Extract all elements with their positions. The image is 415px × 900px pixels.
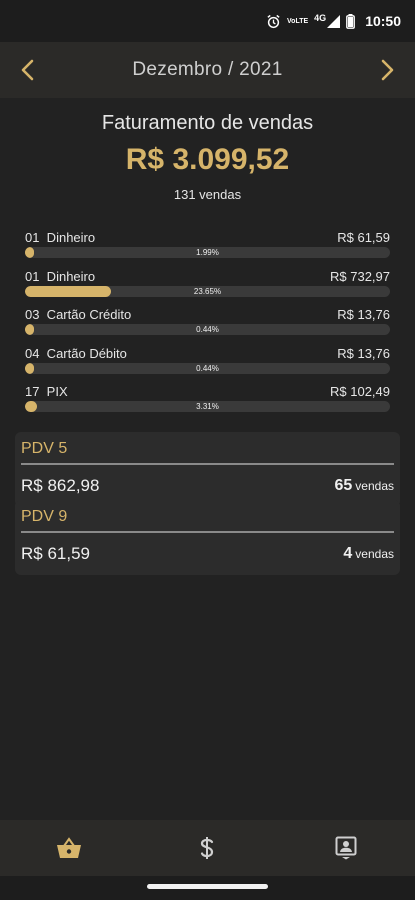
pdv-card[interactable]: PDV 5 R$ 862,98 65 vendas [15,432,400,507]
payment-row: 01 Dinheiro R$ 61,59 1.99% [25,230,390,269]
chevron-left-icon [21,59,34,81]
payment-value: R$ 102,49 [330,384,390,400]
pdv-sales-unit: vendas [355,479,394,493]
payment-label: 17 PIX [25,384,68,400]
pdv-value: R$ 61,59 [21,544,90,563]
pdv-card[interactable]: PDV 9 R$ 61,59 4 vendas [15,500,400,575]
payment-percent: 0.44% [196,363,219,373]
dollar-icon [201,837,214,859]
pdv-sales-count: 4 [343,545,353,562]
payment-row: 01 Dinheiro R$ 732,97 23.65% [25,269,390,308]
payment-value: R$ 13,76 [337,345,390,361]
payment-percent: 3.31% [196,402,219,412]
signal-4g-icon: 4G [314,13,341,28]
next-month-button[interactable] [373,52,401,88]
nav-finance-button[interactable] [177,828,237,868]
pdv-name: PDV 9 [21,508,68,525]
payment-label: 03 Cartão Crédito [25,307,132,323]
month-header: Dezembro / 2021 [0,42,415,98]
chevron-right-icon [381,59,394,81]
basket-icon [57,837,82,858]
alarm-icon [266,14,281,29]
payment-methods-list: 01 Dinheiro R$ 61,59 1.99% 01 Dinheiro R… [25,230,390,423]
payment-value: R$ 13,76 [337,307,390,323]
payment-row: 04 Cartão Débito R$ 13,76 0.44% [25,346,390,385]
payment-percent: 23.65% [193,286,222,296]
pdv-value: R$ 862,98 [21,476,100,495]
clock: 10:50 [365,13,401,29]
prev-month-button[interactable] [14,52,42,88]
payment-value: R$ 732,97 [330,268,390,284]
bottom-navigation [0,820,415,876]
payment-label: 01 Dinheiro [25,230,96,245]
home-indicator[interactable] [147,884,268,889]
sales-summary: Faturamento de vendas R$ 3.099,52 131 ve… [0,112,415,202]
nav-sales-button[interactable] [39,828,99,868]
pdv-sales-count: 65 [334,477,353,494]
payment-label: 01 Dinheiro [25,268,96,284]
nav-profile-button[interactable] [316,828,376,868]
payment-value: R$ 61,59 [337,230,390,245]
battery-icon [346,13,356,29]
pdv-sales-unit: vendas [355,547,394,561]
payment-label: 04 Cartão Débito [25,345,127,361]
summary-title: Faturamento de vendas [101,112,314,134]
summary-count: 131 vendas [173,187,242,202]
summary-total: R$ 3.099,52 [125,143,290,176]
volte-icon: VoLTE [287,17,309,25]
payment-percent: 0.44% [196,325,219,335]
month-title[interactable]: Dezembro / 2021 [132,59,282,81]
status-bar: VoLTE 4G 10:50 [0,0,415,42]
payment-row: 03 Cartão Crédito R$ 13,76 0.44% [25,307,390,346]
id-badge-icon [335,836,357,860]
payment-percent: 1.99% [196,248,219,257]
payment-row: 17 PIX R$ 102,49 3.31% [25,384,390,423]
pdv-name: PDV 5 [21,440,68,457]
